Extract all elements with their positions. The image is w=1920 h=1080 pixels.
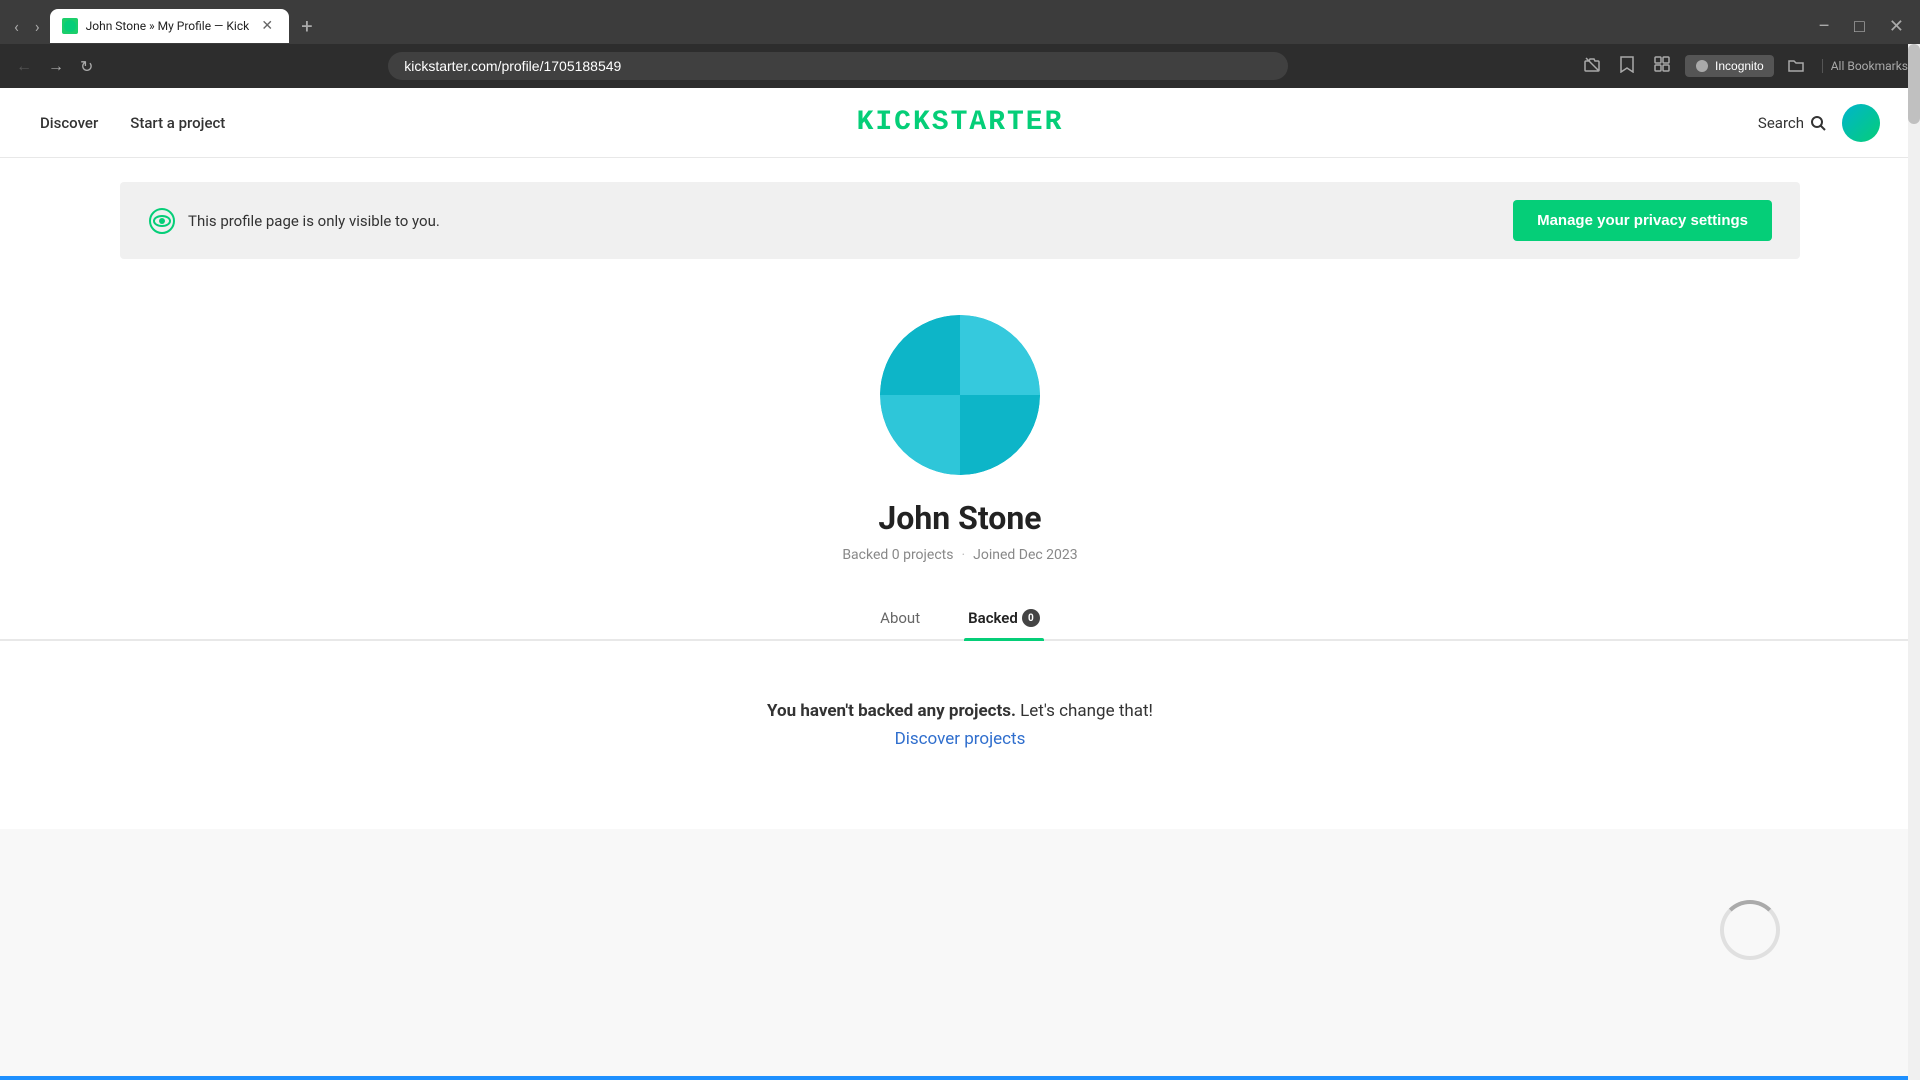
empty-state: You haven't backed any projects. Let's c… (767, 641, 1153, 789)
tab-forward-arrow[interactable]: › (29, 13, 46, 40)
backed-badge: 0 (1022, 609, 1040, 627)
profile-avatar (880, 315, 1040, 475)
empty-state-text: You haven't backed any projects. Let's c… (767, 701, 1153, 721)
bookmarks-folder-icon[interactable] (1784, 53, 1808, 80)
site-logo[interactable]: KICKSTARTER (857, 107, 1064, 138)
incognito-button[interactable]: Incognito (1685, 55, 1774, 77)
page-load-bar (0, 1076, 1920, 1080)
search-label: Search (1758, 114, 1804, 132)
bookmarks-label: All Bookmarks (1822, 59, 1908, 73)
search-icon (1810, 115, 1826, 131)
start-project-link[interactable]: Start a project (130, 114, 225, 132)
privacy-message: This profile page is only visible to you… (188, 212, 440, 230)
scroll-track[interactable] (1908, 44, 1920, 1080)
profile-meta: Backed 0 projects · Joined Dec 2023 (842, 547, 1077, 563)
tab-close-button[interactable]: ✕ (257, 16, 277, 36)
backed-label: Backed 0 projects (842, 547, 953, 563)
close-window-button[interactable]: ✕ (1881, 12, 1912, 41)
discover-link[interactable]: Discover (40, 114, 98, 132)
user-avatar[interactable] (1842, 104, 1880, 142)
profile-tabs: About Backed 0 (0, 599, 1920, 641)
meta-separator: · (961, 547, 965, 563)
scroll-thumb[interactable] (1908, 44, 1920, 124)
profile-name: John Stone (878, 499, 1041, 537)
active-tab[interactable]: John Stone » My Profile — Kick ✕ (50, 9, 290, 43)
bookmark-icon[interactable] (1615, 51, 1639, 81)
loading-spinner (1720, 900, 1780, 960)
discover-projects-link[interactable]: Discover projects (895, 729, 1026, 749)
tab-about[interactable]: About (876, 599, 924, 639)
minimize-button[interactable]: – (1810, 12, 1838, 41)
privacy-settings-button[interactable]: Manage your privacy settings (1513, 200, 1772, 241)
camera-off-icon (1579, 51, 1605, 81)
tab-title: John Stone » My Profile — Kick (86, 19, 250, 33)
new-tab-button[interactable]: + (293, 10, 320, 42)
back-button[interactable]: ← (12, 52, 36, 80)
tab-back-arrow[interactable]: ‹ (8, 13, 25, 40)
refresh-button[interactable]: ↻ (76, 53, 97, 80)
address-bar[interactable] (388, 52, 1288, 80)
joined-label: Joined Dec 2023 (973, 547, 1078, 563)
eye-icon (148, 207, 176, 235)
tab-favicon (62, 18, 78, 34)
maximize-button[interactable]: □ (1846, 12, 1873, 41)
profile-content: John Stone Backed 0 projects · Joined De… (0, 283, 1920, 829)
forward-button[interactable]: → (44, 52, 68, 80)
top-nav: Discover Start a project KICKSTARTER Sea… (0, 88, 1920, 158)
tab-backed[interactable]: Backed 0 (964, 599, 1044, 639)
extensions-icon[interactable] (1649, 51, 1675, 81)
search-button[interactable]: Search (1758, 114, 1826, 132)
privacy-banner: This profile page is only visible to you… (120, 182, 1800, 259)
